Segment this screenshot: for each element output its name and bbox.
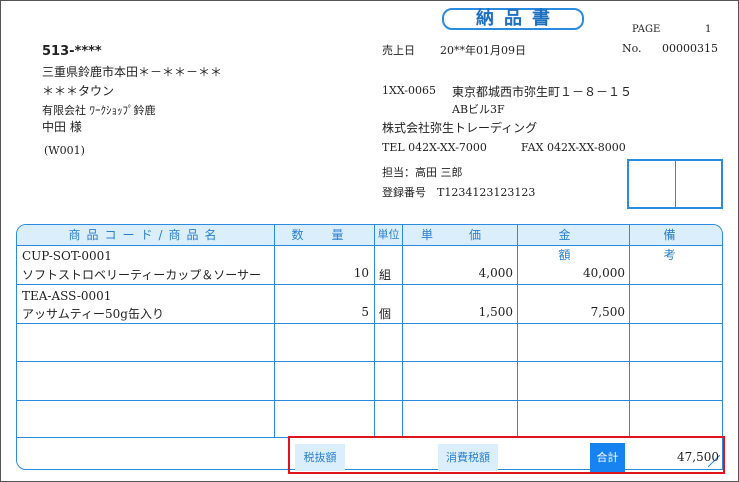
row1-qty: 10 [353, 266, 369, 280]
sales-date-label: 売上日 [382, 44, 415, 57]
sender-address1: 東京都城西市弥生町１－８－１５ [452, 85, 633, 99]
sender-company: 株式会社弥生トレーディング [382, 121, 538, 135]
row1-amount: 40,000 [583, 266, 625, 280]
tax-excluded-label: 税抜額 [295, 444, 345, 471]
header-price: 単価 [421, 228, 518, 242]
header-unit: 単位 [377, 228, 400, 241]
header-qty: 数量 [291, 228, 372, 242]
sender-registration: 登録番号 T1234123123123 [382, 186, 536, 199]
row2-name: アッサムティー50g缶入り [22, 307, 164, 321]
no-label: No. [622, 42, 642, 55]
row2-price: 1,500 [478, 305, 513, 319]
header-remarks: 備考 [663, 228, 706, 262]
sales-date: 20**年01月09日 [440, 44, 526, 57]
no-value: 00000315 [662, 42, 718, 55]
customer-address1: 三重県鈴鹿市本田＊－＊＊－＊＊ [42, 65, 223, 79]
sender-address2: ABビル3F [452, 103, 505, 116]
sender-tel: TEL 042X-XX-7000 [382, 141, 487, 154]
row2-code: TEA-ASS-0001 [22, 289, 112, 303]
stamp-box [627, 159, 723, 209]
row1-unit: 組 [379, 268, 392, 282]
document-title: 納品書 [442, 8, 584, 30]
row2-qty: 5 [361, 305, 369, 319]
sender-fax: FAX 042X-XX-8000 [521, 141, 626, 154]
page-label: PAGE [632, 24, 661, 35]
header-amount: 金額 [558, 228, 607, 262]
page-number: 1 [705, 24, 712, 35]
total-label: 合計 [590, 443, 625, 472]
customer-zip: 513-**** [42, 44, 102, 59]
row1-name: ソフトストロベリーティーカップ＆ソーサー [22, 268, 262, 282]
consumption-tax-label: 消費税額 [438, 444, 498, 471]
row1-price: 4,000 [478, 266, 513, 280]
totals-area: 税抜額 消費税額 合計 47,500 [288, 436, 725, 474]
customer-person: 中田 様 [42, 120, 82, 134]
customer-code: (W001) [44, 144, 85, 157]
header-product: 商品コード/商品名 [68, 228, 223, 242]
items-table: 商品コード/商品名 数量 単位 単価 金額 備考 CUP-SOT-0001 ソフ… [16, 224, 723, 470]
sender-staff: 担当：高田 三郎 [382, 166, 463, 179]
customer-company: 有限会社 ﾜｰｸｼｮｯﾌﾟ鈴鹿 [42, 104, 156, 117]
customer-address2: ＊＊＊タウン [42, 84, 115, 98]
sender-zip: 1XX-0065 [382, 84, 436, 97]
total-value: 47,500 [677, 450, 719, 464]
row1-code: CUP-SOT-0001 [22, 249, 112, 263]
row2-amount: 7,500 [590, 305, 625, 319]
row2-unit: 個 [379, 307, 392, 321]
